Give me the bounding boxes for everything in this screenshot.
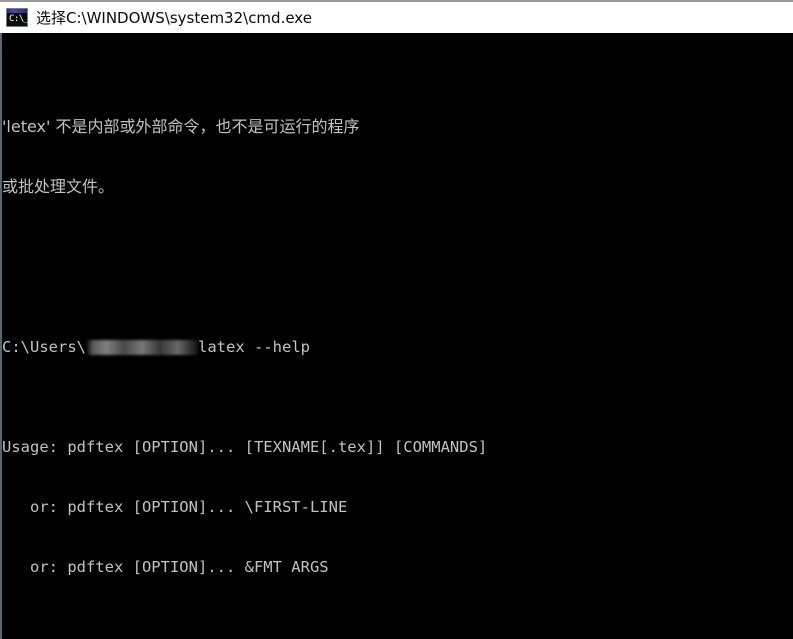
redacted-username bbox=[86, 340, 198, 355]
usage-line-3: or: pdftex [OPTION]... &FMT ARGS bbox=[2, 558, 329, 576]
usage-line-2: or: pdftex [OPTION]... \FIRST-LINE bbox=[2, 498, 348, 516]
console-surface[interactable]: 'letex' 不是内部或外部命令，也不是可运行的程序 或批处理文件。 C:\U… bbox=[0, 33, 793, 639]
usage-line-1: Usage: pdftex [OPTION]... [TEXNAME[.tex]… bbox=[2, 438, 488, 456]
window-titlebar[interactable]: C:\_ 选择C:\WINDOWS\system32\cmd.exe bbox=[0, 0, 793, 33]
console-output: 'letex' 不是内部或外部命令，也不是可运行的程序 或批处理文件。 C:\U… bbox=[2, 37, 793, 639]
error-line-1: 'letex' 不是内部或外部命令，也不是可运行的程序 bbox=[2, 117, 360, 136]
window-title: 选择C:\WINDOWS\system32\cmd.exe bbox=[36, 8, 312, 27]
prompt-command: latex --help bbox=[198, 338, 310, 356]
error-line-2: 或批处理文件。 bbox=[2, 177, 115, 196]
icon-titlebar-strip bbox=[7, 9, 27, 13]
cmd-window: C:\_ 选择C:\WINDOWS\system32\cmd.exe 'lete… bbox=[0, 0, 793, 639]
cmd-console-icon: C:\_ bbox=[6, 8, 29, 27]
prompt-path: C:\Users\ bbox=[2, 338, 86, 356]
icon-prompt-glyph: C:\_ bbox=[9, 14, 29, 24]
prompt-line: C:\Users\ latex --help bbox=[2, 337, 793, 357]
